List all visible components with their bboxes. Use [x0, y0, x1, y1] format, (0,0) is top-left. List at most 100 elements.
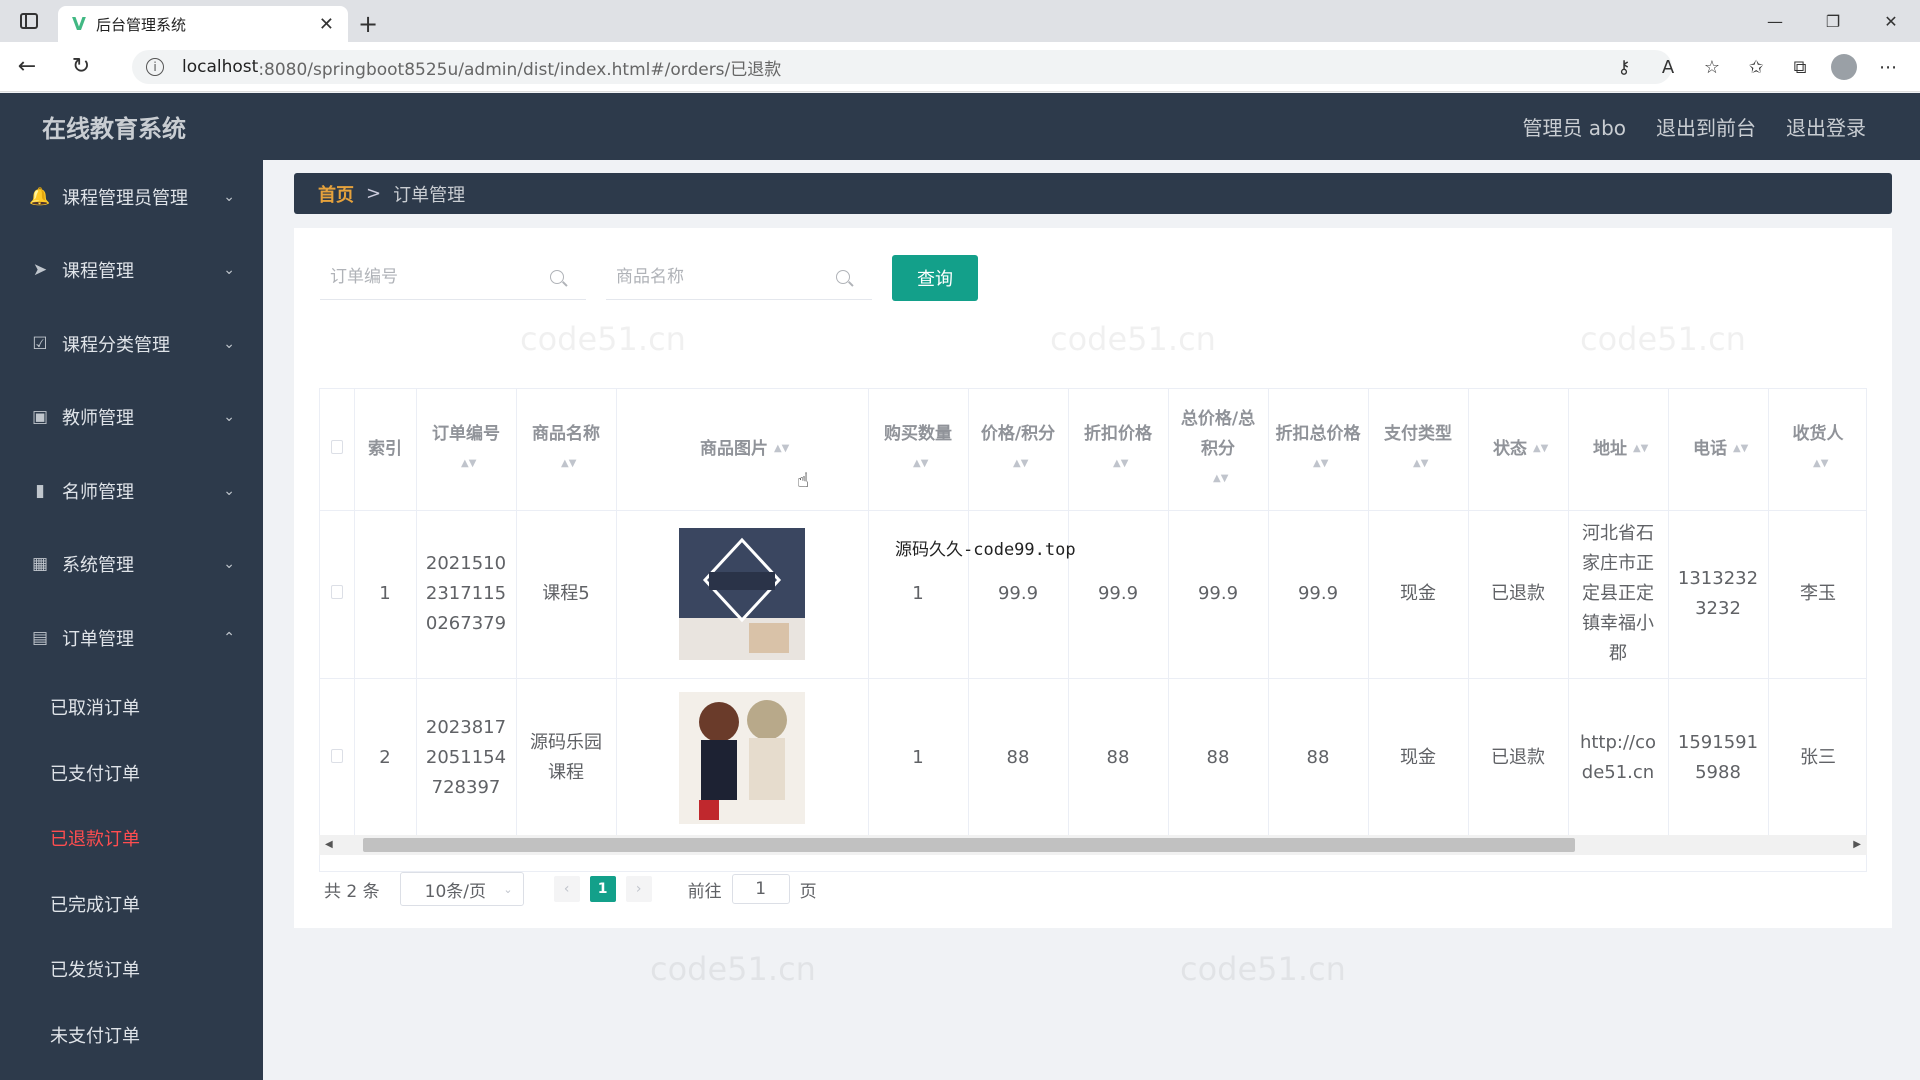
sort-icon[interactable]: ▲▼	[1733, 444, 1748, 454]
goto-page-input[interactable]: 1	[731, 874, 790, 904]
sort-icon[interactable]: ▲▼	[1413, 459, 1428, 469]
select-all-checkbox[interactable]	[320, 389, 355, 511]
horizontal-scrollbar[interactable]: ◀ ▶	[319, 835, 1867, 855]
chevron-down-icon: ⌄	[503, 882, 513, 896]
col-price[interactable]: 价格/积分 ▲▼	[968, 389, 1069, 511]
sidebar-item-cancelled-orders[interactable]: 已取消订单	[0, 675, 263, 741]
tab-actions-icon[interactable]	[0, 0, 58, 42]
url-field[interactable]: i localhost:8080/springboot8525u/admin/d…	[132, 50, 1672, 84]
exit-to-front-link[interactable]: 退出到前台	[1656, 112, 1756, 141]
read-aloud-icon[interactable]: A	[1646, 50, 1690, 84]
col-label: 折扣总价格	[1275, 424, 1361, 445]
key-icon[interactable]: ⚷	[1602, 50, 1646, 84]
page-size-select[interactable]: 10条/页 ⌄	[399, 872, 524, 906]
cell-index: 1	[354, 510, 417, 679]
sidebar-item-completed-orders[interactable]: 已完成订单	[0, 871, 263, 937]
sidebar-item-system[interactable]: ▦ 系统管理 ⌄	[0, 528, 263, 602]
order-no-input[interactable]	[330, 266, 550, 287]
sort-icon[interactable]: ▲▼	[1633, 444, 1648, 454]
scroll-right-icon[interactable]: ▶	[1853, 839, 1861, 850]
watermark: code51.cn	[1180, 950, 1346, 988]
sort-icon[interactable]: ▲▼	[1533, 444, 1548, 454]
reload-icon[interactable]: ↻	[54, 42, 108, 92]
col-pay-type[interactable]: 支付类型 ▲▼	[1368, 389, 1469, 511]
sort-icon[interactable]: ▲▼	[1813, 459, 1828, 469]
window-close-icon[interactable]: ✕	[1862, 0, 1920, 42]
browser-tab[interactable]: V 后台管理系统 ✕	[58, 6, 348, 42]
sidebar-item-course-admin[interactable]: 🔔 课程管理员管理 ⌄	[0, 160, 263, 234]
sort-icon[interactable]: ▲▼	[913, 459, 928, 469]
sort-icon[interactable]: ▲▼	[1113, 459, 1128, 469]
table-row[interactable]: 1 20215102317115 0267379 课程5 1 99.9 99.9…	[320, 510, 1866, 679]
overlay-watermark-text: 源码久久-code99.top	[895, 540, 1076, 560]
col-quantity[interactable]: 购买数量 ▲▼	[868, 389, 969, 511]
sort-icon[interactable]: ▲▼	[1013, 459, 1028, 469]
col-address[interactable]: 地址 ▲▼	[1568, 389, 1669, 511]
sidebar-item-famous-teacher[interactable]: ▮ 名师管理 ⌄	[0, 454, 263, 528]
cell-index: 2	[354, 678, 417, 839]
collections-icon[interactable]: ⧉	[1778, 50, 1822, 84]
scrollbar-thumb[interactable]	[363, 838, 1575, 852]
profile-icon[interactable]	[1822, 50, 1866, 84]
scroll-left-icon[interactable]: ◀	[325, 839, 333, 850]
sort-icon[interactable]: ▲▼	[561, 459, 576, 469]
query-button[interactable]: 查询	[892, 255, 978, 301]
col-total[interactable]: 总价格/总积分 ▲▼	[1168, 389, 1269, 511]
product-thumbnail[interactable]	[679, 528, 805, 660]
admin-user-link[interactable]: 管理员 abo	[1522, 112, 1626, 141]
product-name-input[interactable]	[616, 266, 836, 287]
sort-icon[interactable]: ▲▼	[1213, 474, 1228, 484]
breadcrumb-separator: >	[366, 183, 382, 204]
sidebar-item-orders[interactable]: ▤ 订单管理 ⌃	[0, 601, 263, 675]
search-icon	[836, 269, 850, 284]
col-receiver[interactable]: 收货人 ▲▼	[1768, 389, 1866, 511]
restore-icon[interactable]: ❐	[1804, 0, 1862, 42]
mouse-pointer-icon: ☝	[797, 468, 810, 492]
col-phone[interactable]: 电话 ▲▼	[1668, 389, 1769, 511]
col-discount-total[interactable]: 折扣总价格 ▲▼	[1268, 389, 1369, 511]
sidebar-item-course-category[interactable]: ☑ 课程分类管理 ⌄	[0, 307, 263, 381]
table-row[interactable]: 2 20238172051154 728397 源码乐园课程 1 88 88 8…	[320, 678, 1866, 839]
order-no-search	[320, 254, 586, 300]
prev-page-icon[interactable]: ‹	[553, 876, 580, 902]
minimize-icon[interactable]: —	[1746, 0, 1804, 42]
address-icons: ⚷ A ☆ ✩ ⧉ ⋯	[1602, 50, 1910, 84]
logout-link[interactable]: 退出登录	[1786, 112, 1866, 141]
new-tab-icon[interactable]: +	[348, 6, 388, 42]
sidebar-item-course[interactable]: ➤ 课程管理 ⌄	[0, 234, 263, 308]
next-page-icon[interactable]: ›	[625, 876, 652, 902]
row-checkbox[interactable]	[320, 510, 355, 679]
col-product-name[interactable]: 商品名称 ▲▼	[516, 389, 617, 511]
add-favorite-icon[interactable]: ☆	[1690, 50, 1734, 84]
more-icon[interactable]: ⋯	[1866, 50, 1910, 84]
row-checkbox[interactable]	[320, 678, 355, 839]
sidebar-item-shipped-orders[interactable]: 已发货订单	[0, 937, 263, 1003]
close-icon[interactable]: ✕	[319, 14, 334, 35]
breadcrumb-home[interactable]: 首页	[318, 181, 354, 207]
sidebar-item-unpaid-orders[interactable]: 未支付订单	[0, 1002, 263, 1068]
sort-icon[interactable]: ▲▼	[774, 444, 789, 454]
favorites-icon[interactable]: ✩	[1734, 50, 1778, 84]
col-discount-price[interactable]: 折扣价格 ▲▼	[1068, 389, 1169, 511]
header-links: 管理员 abo 退出到前台 退出登录	[1522, 93, 1866, 160]
product-thumbnail[interactable]	[679, 692, 805, 824]
search-icon	[550, 269, 564, 284]
sidebar-item-paid-orders[interactable]: 已支付订单	[0, 740, 263, 806]
page-number[interactable]: 1	[589, 876, 616, 902]
app-header: 在线教育系统 管理员 abo 退出到前台 退出登录	[0, 93, 1920, 160]
send-icon: ➤	[32, 260, 48, 281]
sort-icon[interactable]: ▲▼	[461, 459, 476, 469]
col-label: 购买数量	[884, 424, 952, 445]
sidebar-item-refunded-orders[interactable]: 已退款订单	[0, 806, 263, 872]
sidebar-item-teacher[interactable]: ▣ 教师管理 ⌄	[0, 381, 263, 455]
page-size-value: 10条/页	[424, 881, 486, 902]
sidebar-item-label: 课程管理	[62, 261, 134, 283]
sort-icon[interactable]: ▲▼	[1313, 459, 1328, 469]
cell-product: 课程5	[516, 510, 617, 679]
col-product-image[interactable]: 商品图片 ▲▼	[616, 389, 869, 511]
col-order-no[interactable]: 订单编号 ▲▼	[416, 389, 517, 511]
back-icon[interactable]: ←	[0, 42, 54, 92]
info-icon[interactable]: i	[146, 58, 164, 76]
col-status[interactable]: 状态 ▲▼	[1468, 389, 1569, 511]
col-label: 收货人	[1792, 424, 1844, 445]
